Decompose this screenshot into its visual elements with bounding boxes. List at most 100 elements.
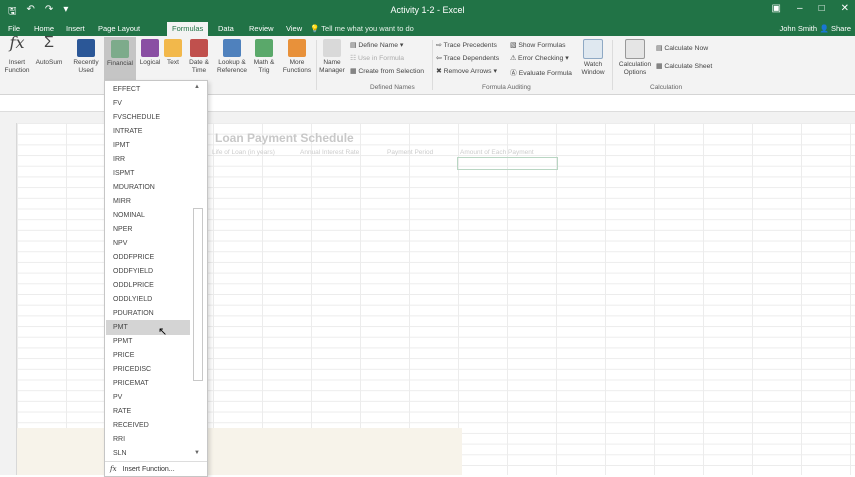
- calculate-now-button[interactable]: ▤ Calculate Now: [656, 44, 708, 52]
- function-item-pmt[interactable]: PMT: [106, 320, 190, 335]
- scroll-up-icon[interactable]: ▲: [194, 84, 200, 90]
- user-name[interactable]: John Smith: [779, 24, 817, 33]
- tab-home[interactable]: Home: [34, 24, 54, 33]
- scroll-down-icon[interactable]: ▼: [194, 450, 200, 456]
- evaluate-formula-button[interactable]: Ⓐ Evaluate Formula: [510, 67, 572, 77]
- name-manager-icon: [323, 39, 341, 57]
- lookup-reference-label: Lookup & Reference: [217, 59, 247, 74]
- close-icon[interactable]: ✕: [841, 3, 849, 14]
- calculator-icon: [625, 39, 645, 59]
- function-item-nper[interactable]: NPER: [106, 222, 190, 237]
- calculate-sheet-button[interactable]: ▦ Calculate Sheet: [656, 62, 712, 70]
- use-in-formula-label: Use in Formula: [357, 55, 405, 62]
- watch-window-label: Watch Window: [581, 61, 605, 76]
- more-functions-icon: [288, 39, 306, 57]
- tab-view[interactable]: View: [286, 24, 302, 33]
- show-formulas-button[interactable]: ▧ Show Formulas: [510, 41, 566, 49]
- more-functions-button[interactable]: More Functions: [282, 39, 312, 75]
- header-life-of-loan: Life of Loan (in years): [212, 149, 275, 156]
- lookup-reference-button[interactable]: Lookup & Reference: [216, 39, 248, 75]
- tell-me-box[interactable]: 💡 Tell me what you want to do: [310, 24, 414, 33]
- calculation-options-label: Calculation Options: [618, 61, 652, 76]
- tab-file[interactable]: File: [8, 24, 20, 33]
- function-item-rate[interactable]: RATE: [106, 404, 190, 419]
- text-button[interactable]: Text: [164, 39, 182, 67]
- function-item-mduration[interactable]: MDURATION: [106, 180, 190, 195]
- function-item-oddlyield[interactable]: ODDLYIELD: [106, 292, 190, 307]
- function-item-ppmt[interactable]: PPMT: [106, 334, 190, 349]
- function-item-mirr[interactable]: MIRR: [106, 194, 190, 209]
- tab-review[interactable]: Review: [249, 24, 274, 33]
- formula-auditing-group-label: Formula Auditing: [482, 84, 531, 91]
- autosum-label: AutoSum: [35, 59, 63, 66]
- trace-dependents-button[interactable]: ⇦ Trace Dependents: [436, 54, 499, 62]
- tab-page-layout[interactable]: Page Layout: [98, 24, 140, 33]
- function-item-ispmt[interactable]: ISPMT: [106, 166, 190, 181]
- create-from-selection-button[interactable]: ▦ Create from Selection: [350, 67, 424, 75]
- tab-insert[interactable]: Insert: [66, 24, 85, 33]
- use-in-formula-button[interactable]: ☷ Use in Formula: [350, 54, 404, 62]
- remove-arrows-button[interactable]: ✖ Remove Arrows ▾: [436, 67, 497, 75]
- function-item-sln[interactable]: SLN: [106, 446, 190, 461]
- tab-data[interactable]: Data: [218, 24, 234, 33]
- recently-used-label: Recently Used: [73, 59, 99, 74]
- name-manager-button[interactable]: Name Manager: [318, 39, 346, 75]
- function-item-fv[interactable]: FV: [106, 96, 190, 111]
- dropdown-scroll-thumb[interactable]: [193, 208, 203, 381]
- define-name-button[interactable]: ▤ Define Name ▾: [350, 41, 403, 49]
- logical-button[interactable]: Logical: [138, 39, 162, 67]
- function-item-oddfprice[interactable]: ODDFPRICE: [106, 250, 190, 265]
- ribbon-display-icon[interactable]: ▣: [772, 3, 781, 14]
- financial-icon: [111, 40, 129, 58]
- error-checking-button[interactable]: ⚠ Error Checking ▾: [510, 54, 569, 62]
- function-item-pricedisc[interactable]: PRICEDISC: [106, 362, 190, 377]
- header-annual-interest-rate: Annual Interest Rate: [300, 149, 360, 156]
- function-item-irr[interactable]: IRR: [106, 152, 190, 167]
- function-item-pduration[interactable]: PDURATION: [106, 306, 190, 321]
- function-item-price[interactable]: PRICE: [106, 348, 190, 363]
- function-item-effect[interactable]: EFFECT: [106, 82, 190, 97]
- function-item-received[interactable]: RECEIVED: [106, 418, 190, 433]
- recently-used-button[interactable]: Recently Used: [72, 39, 100, 75]
- function-item-rri[interactable]: RRI: [106, 432, 190, 447]
- calendar-icon: [190, 39, 208, 57]
- date-time-button[interactable]: Date & Time: [184, 39, 214, 75]
- text-icon: [164, 39, 182, 57]
- function-item-fvschedule[interactable]: FVSCHEDULE: [106, 110, 190, 125]
- calculate-sheet-label: Calculate Sheet: [664, 63, 713, 70]
- trace-precedents-button[interactable]: ⇨ Trace Precedents: [436, 41, 497, 49]
- function-item-pv[interactable]: PV: [106, 390, 190, 405]
- insert-function-button[interactable]: fx Insert Function: [4, 35, 30, 75]
- math-trig-button[interactable]: Math & Trig: [250, 39, 278, 75]
- calculation-options-button[interactable]: Calculation Options: [618, 39, 652, 77]
- autosum-button[interactable]: Σ AutoSum: [34, 34, 64, 67]
- selected-cell[interactable]: [457, 157, 558, 170]
- function-item-oddfyield[interactable]: ODDFYIELD: [106, 264, 190, 279]
- define-name-label: Define Name: [358, 42, 398, 49]
- maximize-icon[interactable]: □: [819, 3, 825, 14]
- mouse-pointer-icon: ↖: [158, 326, 168, 338]
- highlighted-rows: [17, 428, 462, 475]
- function-item-nominal[interactable]: NOMINAL: [106, 208, 190, 223]
- insert-function-menu-label: Insert Function...: [122, 466, 175, 473]
- remove-arrows-label: Remove Arrows: [443, 68, 492, 75]
- tab-formulas[interactable]: Formulas: [167, 22, 209, 36]
- function-item-pricemat[interactable]: PRICEMAT: [106, 376, 190, 391]
- financial-label: Financial: [106, 60, 133, 67]
- watch-window-icon: [583, 39, 603, 59]
- minimize-icon[interactable]: –: [797, 3, 803, 14]
- function-item-npv[interactable]: NPV: [106, 236, 190, 251]
- fx-icon: fx: [110, 465, 117, 473]
- insert-function-menu-item[interactable]: fx Insert Function...: [105, 461, 207, 476]
- insert-function-label: Insert Function: [4, 59, 30, 74]
- financial-button[interactable]: Financial: [104, 37, 136, 82]
- ribbon-tabs: File Home Insert Page Layout Formulas Da…: [0, 21, 855, 36]
- share-button[interactable]: 👤 Share: [820, 24, 851, 33]
- logical-icon: [141, 39, 159, 57]
- sigma-icon: Σ: [44, 34, 54, 51]
- watch-window-button[interactable]: Watch Window: [578, 39, 608, 77]
- function-item-intrate[interactable]: INTRATE: [106, 124, 190, 139]
- function-item-oddlprice[interactable]: ODDLPRICE: [106, 278, 190, 293]
- share-label: Share: [830, 24, 851, 33]
- function-item-ipmt[interactable]: IPMT: [106, 138, 190, 153]
